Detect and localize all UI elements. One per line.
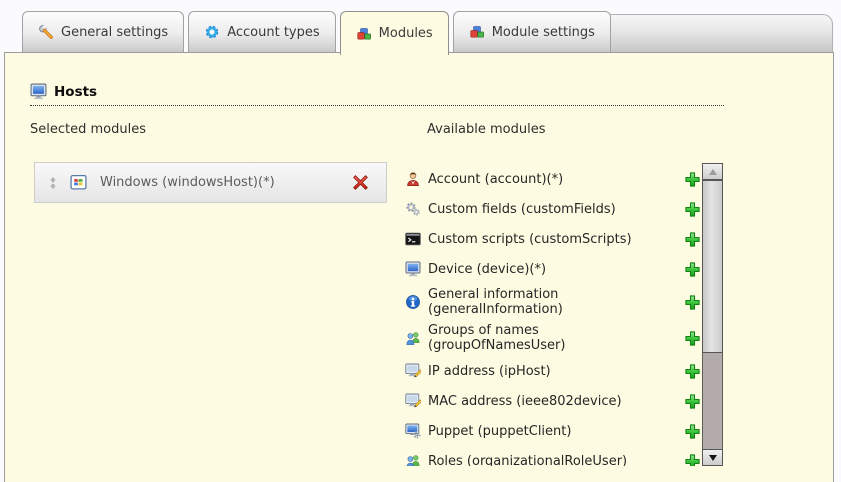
group-icon bbox=[405, 330, 421, 346]
available-module-row: Custom fields (customFields) bbox=[405, 194, 701, 224]
windows-icon bbox=[70, 174, 87, 191]
module-label: MAC address (ieee802device) bbox=[428, 394, 622, 409]
tab-label: General settings bbox=[61, 25, 168, 40]
available-module-row: Puppet (puppetClient) bbox=[405, 416, 701, 446]
tab-label: Modules bbox=[379, 26, 433, 41]
content-panel: Hosts Selected modules Available modules… bbox=[4, 52, 834, 482]
module-label: Custom scripts (customScripts) bbox=[428, 232, 632, 247]
add-module-button[interactable] bbox=[684, 294, 701, 311]
available-module-row: Roles (organizationalRoleUser) bbox=[405, 446, 701, 466]
add-module-button[interactable] bbox=[684, 423, 701, 440]
selected-module-row: Windows (windowsHost)(*) bbox=[34, 162, 387, 203]
add-module-button[interactable] bbox=[684, 261, 701, 278]
tab-modules[interactable]: Modules bbox=[340, 11, 449, 55]
modules-config-page: General settings Account types Modules M… bbox=[0, 0, 841, 482]
gear-icon bbox=[204, 24, 220, 40]
available-module-row: Groups of names (groupOfNamesUser) bbox=[405, 320, 701, 356]
module-label: Groups of names (groupOfNamesUser) bbox=[428, 323, 660, 353]
person-icon bbox=[405, 171, 421, 187]
wrench-icon bbox=[38, 24, 54, 40]
available-module-row: Custom scripts (customScripts) bbox=[405, 224, 701, 254]
module-label: Roles (organizationalRoleUser) bbox=[428, 454, 627, 467]
add-module-button[interactable] bbox=[684, 201, 701, 218]
section-header: Hosts bbox=[30, 83, 724, 106]
tab-bar: General settings Account types Modules M… bbox=[22, 11, 611, 52]
scroll-up-button[interactable] bbox=[702, 163, 723, 180]
available-module-row: IP address (ipHost) bbox=[405, 356, 701, 386]
available-modules-heading: Available modules bbox=[427, 122, 545, 137]
available-modules-scrollbar[interactable] bbox=[702, 163, 723, 466]
gears-icon bbox=[405, 201, 421, 217]
module-label: Puppet (puppetClient) bbox=[428, 424, 571, 439]
drag-handle-icon[interactable] bbox=[46, 176, 60, 190]
add-module-button[interactable] bbox=[684, 330, 701, 347]
tab-label: Account types bbox=[227, 25, 319, 40]
selected-modules-heading: Selected modules bbox=[30, 122, 146, 137]
monitor-icon bbox=[405, 261, 421, 277]
section-title: Hosts bbox=[54, 84, 97, 100]
scrollbar-thumb[interactable] bbox=[702, 180, 723, 353]
module-label: Custom fields (customFields) bbox=[428, 202, 616, 217]
terminal-icon bbox=[405, 231, 421, 247]
tab-account-types[interactable]: Account types bbox=[188, 11, 335, 52]
bricks-icon bbox=[356, 26, 372, 42]
remove-module-button[interactable] bbox=[352, 174, 369, 191]
module-label: General information (generalInformation) bbox=[428, 287, 660, 317]
available-module-row: MAC address (ieee802device) bbox=[405, 386, 701, 416]
add-module-button[interactable] bbox=[684, 393, 701, 410]
tab-general-settings[interactable]: General settings bbox=[22, 11, 184, 52]
available-modules-list: Account (account)(*) Custom fields (cust… bbox=[405, 164, 701, 466]
group-icon bbox=[405, 453, 421, 466]
selected-modules-list: Windows (windowsHost)(*) bbox=[34, 162, 387, 203]
add-module-button[interactable] bbox=[684, 363, 701, 380]
module-label: IP address (ipHost) bbox=[428, 364, 551, 379]
available-module-row: General information (generalInformation) bbox=[405, 284, 701, 320]
monitor-icon bbox=[30, 83, 47, 100]
scroll-down-icon bbox=[709, 455, 717, 461]
monitor-edit-icon bbox=[405, 363, 421, 379]
add-module-button[interactable] bbox=[684, 171, 701, 188]
module-label: Account (account)(*) bbox=[428, 172, 563, 187]
module-label: Windows (windowsHost)(*) bbox=[100, 175, 275, 190]
scroll-up-icon bbox=[709, 169, 717, 175]
tab-label: Module settings bbox=[492, 25, 595, 40]
tab-module-settings[interactable]: Module settings bbox=[453, 11, 611, 52]
add-module-button[interactable] bbox=[684, 231, 701, 248]
monitor-gear-icon bbox=[405, 423, 421, 439]
info-icon bbox=[405, 294, 421, 310]
scroll-down-button[interactable] bbox=[702, 449, 723, 466]
tab-bar-filler bbox=[575, 14, 833, 52]
add-module-button[interactable] bbox=[684, 453, 701, 467]
module-label: Device (device)(*) bbox=[428, 262, 546, 277]
bricks-icon bbox=[469, 24, 485, 40]
monitor-edit-icon bbox=[405, 393, 421, 409]
available-module-row: Device (device)(*) bbox=[405, 254, 701, 284]
available-module-row: Account (account)(*) bbox=[405, 164, 701, 194]
